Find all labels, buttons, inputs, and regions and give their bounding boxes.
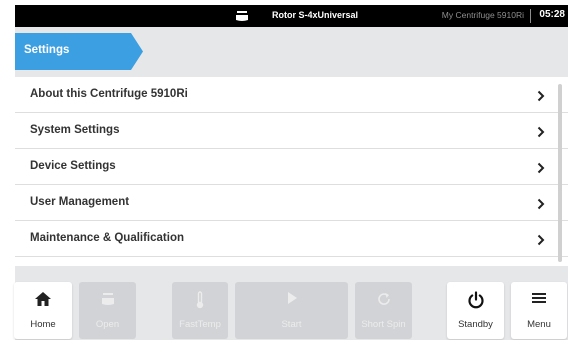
device-name: My Centrifuge 5910Ri (441, 10, 524, 20)
scrollbar[interactable] (558, 84, 562, 262)
lid-open-icon (100, 291, 116, 312)
power-icon (467, 291, 485, 314)
settings-item-system[interactable]: System Settings (15, 113, 568, 149)
settings-item-user-management[interactable]: User Management (15, 185, 568, 221)
chevron-right-icon (537, 125, 545, 138)
start-button[interactable]: Start (235, 282, 348, 339)
home-icon (34, 291, 52, 312)
open-label: Open (95, 319, 120, 330)
standby-label: Standby (458, 319, 493, 330)
chevron-right-icon (537, 233, 545, 246)
settings-item-device[interactable]: Device Settings (15, 149, 568, 185)
settings-item-label: Maintenance & Qualification (30, 232, 184, 244)
breadcrumb: Settings (15, 33, 143, 70)
chevron-right-icon (537, 197, 545, 210)
status-bar: Rotor S-4xUniversal My Centrifuge 5910Ri… (15, 5, 568, 27)
chevron-right-icon (537, 161, 545, 174)
short-spin-label: Short Spin (361, 319, 406, 330)
start-label: Start (281, 319, 302, 330)
settings-item-label: User Management (30, 196, 130, 208)
fasttemp-button[interactable]: FastTemp (172, 282, 228, 339)
clock: 05:28 (539, 9, 565, 20)
standby-button[interactable]: Standby (447, 282, 504, 339)
open-button[interactable]: Open (79, 282, 136, 339)
menu-label: Menu (527, 319, 551, 330)
fasttemp-label: FastTemp (179, 319, 221, 330)
home-button[interactable]: Home (14, 282, 72, 339)
menu-button[interactable]: Menu (511, 282, 567, 339)
hamburger-icon (531, 291, 547, 310)
page-title: Settings (24, 44, 70, 56)
rotor-icon (235, 9, 249, 21)
rotor-label: Rotor S-4xUniversal (272, 10, 359, 20)
short-spin-icon (376, 291, 392, 312)
status-divider (530, 9, 531, 23)
thermometer-icon (195, 291, 205, 314)
chevron-right-icon (537, 89, 545, 102)
settings-list: About this Centrifuge 5910Ri System Sett… (15, 77, 568, 266)
settings-item-label: About this Centrifuge 5910Ri (30, 88, 188, 100)
settings-item-maintenance[interactable]: Maintenance & Qualification (15, 221, 568, 257)
home-label: Home (30, 319, 56, 330)
short-spin-button[interactable]: Short Spin (355, 282, 412, 339)
play-icon (285, 291, 299, 310)
settings-item-label: System Settings (30, 124, 120, 136)
settings-item-label: Device Settings (30, 160, 116, 172)
settings-item-about[interactable]: About this Centrifuge 5910Ri (15, 77, 568, 113)
